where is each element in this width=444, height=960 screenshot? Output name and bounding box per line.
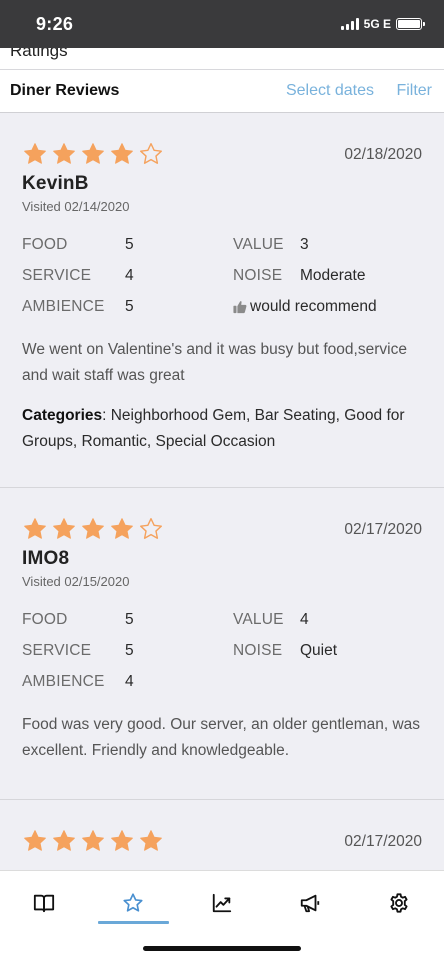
tab-marketing[interactable] xyxy=(288,885,332,921)
rating-row: FOOD 5 VALUE 3 xyxy=(22,236,422,258)
food-label: FOOD xyxy=(22,236,68,253)
star-filled-icon xyxy=(111,518,133,539)
status-bar: 9:26 5G E xyxy=(0,0,444,48)
gear-icon xyxy=(390,893,408,913)
review-card: 02/18/2020 KevinB Visited 02/14/2020 FOO… xyxy=(0,113,444,488)
ratings-grid: FOOD 5 VALUE 4 SERVICE 5 NOISE Quiet AMB… xyxy=(22,611,422,704)
review-date: 02/17/2020 xyxy=(344,521,422,538)
star-filled-icon xyxy=(111,143,133,164)
tab-settings[interactable] xyxy=(377,885,421,921)
service-label: SERVICE xyxy=(22,267,92,284)
review-date: 02/18/2020 xyxy=(344,146,422,163)
status-time: 9:26 xyxy=(36,14,74,34)
value-label: VALUE xyxy=(233,236,284,253)
select-dates-link[interactable]: Select dates xyxy=(286,82,374,100)
tab-reviews[interactable] xyxy=(111,885,155,921)
ambience-value: 4 xyxy=(125,673,134,690)
recommend-indicator: would recommend xyxy=(233,298,377,316)
star-filled-icon xyxy=(53,830,75,851)
rating-row: SERVICE 5 NOISE Quiet xyxy=(22,642,422,664)
reviews-list[interactable]: 02/18/2020 KevinB Visited 02/14/2020 FOO… xyxy=(0,113,444,870)
ambience-label: AMBIENCE xyxy=(22,298,105,315)
star-filled-icon xyxy=(111,830,133,851)
ambience-value: 5 xyxy=(125,298,134,315)
tab-bar xyxy=(0,870,444,960)
ambience-label: AMBIENCE xyxy=(22,673,105,690)
filter-link[interactable]: Filter xyxy=(396,82,432,100)
reviewer-name: IMO8 xyxy=(22,548,70,569)
star-filled-icon xyxy=(140,830,162,851)
rating-row: AMBIENCE 5 would recommend xyxy=(22,298,422,320)
star-filled-icon xyxy=(24,518,46,539)
star-filled-icon xyxy=(82,830,104,851)
service-label: SERVICE xyxy=(22,642,92,659)
review-text: We went on Valentine's and it was busy b… xyxy=(22,341,407,384)
categories-label: Categories xyxy=(22,407,103,424)
ratings-title: Ratings xyxy=(10,48,68,60)
food-value: 5 xyxy=(125,236,134,253)
book-icon xyxy=(33,894,55,913)
recommend-text: would recommend xyxy=(250,298,377,315)
battery-icon xyxy=(396,18,425,30)
star-filled-icon xyxy=(82,518,104,539)
noise-label: NOISE xyxy=(233,642,283,659)
active-tab-indicator xyxy=(98,921,169,924)
reviews-header: Diner Reviews Select dates Filter xyxy=(0,70,444,113)
star-icon xyxy=(123,893,143,912)
ratings-section-header: Ratings xyxy=(0,48,444,70)
megaphone-icon xyxy=(300,894,320,913)
tab-insights[interactable] xyxy=(200,885,244,921)
reviewer-name: KevinB xyxy=(22,173,89,194)
rating-row: FOOD 5 VALUE 4 xyxy=(22,611,422,633)
home-indicator xyxy=(143,946,301,951)
noise-value: Quiet xyxy=(300,642,338,659)
review-card: 02/17/2020 xyxy=(0,800,444,870)
thumbs-up-icon xyxy=(233,301,247,314)
noise-value: Moderate xyxy=(300,267,366,284)
value-value: 3 xyxy=(300,236,309,253)
food-label: FOOD xyxy=(22,611,68,628)
signal-icon xyxy=(340,18,359,30)
review-date: 02/17/2020 xyxy=(344,833,422,850)
value-value: 4 xyxy=(300,611,309,628)
food-value: 5 xyxy=(125,611,134,628)
review-card: 02/17/2020 IMO8 Visited 02/15/2020 FOOD … xyxy=(0,488,444,800)
star-empty-icon xyxy=(140,518,162,539)
star-empty-icon xyxy=(140,143,162,164)
rating-row: AMBIENCE 4 xyxy=(22,673,422,695)
review-categories: Categories: Neighborhood Gem, Bar Seatin… xyxy=(22,403,422,455)
star-filled-icon xyxy=(53,143,75,164)
ratings-grid: FOOD 5 VALUE 3 SERVICE 4 NOISE Moderate … xyxy=(22,236,422,329)
service-value: 4 xyxy=(125,267,134,284)
service-value: 5 xyxy=(125,642,134,659)
star-filled-icon xyxy=(53,518,75,539)
review-text: Food was very good. Our server, an older… xyxy=(22,716,421,759)
chart-trend-icon xyxy=(212,893,232,913)
noise-label: NOISE xyxy=(233,267,283,284)
visited-date: Visited 02/14/2020 xyxy=(22,199,130,214)
network-type: 5G E xyxy=(363,17,391,31)
value-label: VALUE xyxy=(233,611,284,628)
tab-overview[interactable] xyxy=(22,885,66,921)
visited-date: Visited 02/15/2020 xyxy=(22,574,130,589)
page-title: Diner Reviews xyxy=(10,82,120,99)
rating-row: SERVICE 4 NOISE Moderate xyxy=(22,267,422,289)
star-filled-icon xyxy=(24,830,46,851)
star-filled-icon xyxy=(82,143,104,164)
status-indicators: 5G E xyxy=(340,17,425,31)
star-filled-icon xyxy=(24,143,46,164)
